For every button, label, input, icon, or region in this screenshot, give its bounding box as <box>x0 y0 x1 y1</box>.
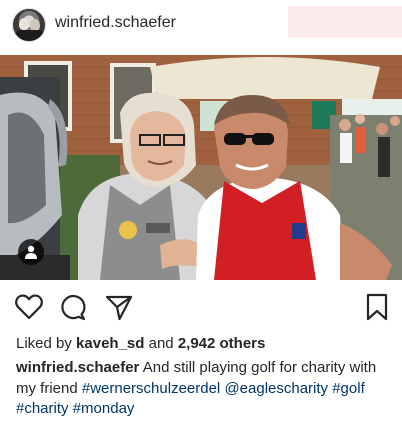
post-username[interactable]: winfried.schaefer <box>55 14 176 32</box>
likes-summary: Liked by kaveh_sd and 2,942 others <box>16 335 265 352</box>
post-header: winfried.schaefer <box>0 0 402 50</box>
heart-icon[interactable] <box>14 292 44 322</box>
liked-by-user-link[interactable]: kaveh_sd <box>76 335 144 352</box>
bookmark-icon[interactable] <box>362 292 392 322</box>
photo-illustration <box>0 55 402 280</box>
share-icon[interactable] <box>104 292 134 322</box>
likes-prefix: Liked by <box>16 335 72 352</box>
post-caption: winfried.schaefer And still playing golf… <box>16 358 396 420</box>
mention-link[interactable]: @eaglescharity <box>224 380 328 397</box>
action-bar <box>0 292 402 324</box>
avatar-face <box>19 18 29 30</box>
likes-middle: and <box>148 335 174 352</box>
hashtag-link[interactable]: #monday <box>73 400 135 417</box>
post-photo[interactable] <box>0 55 402 280</box>
caption-username[interactable]: winfried.schaefer <box>16 359 139 376</box>
hashtag-link[interactable]: #charity <box>16 400 69 417</box>
hashtag-link[interactable]: #golf <box>332 380 365 397</box>
avatar[interactable] <box>12 8 46 42</box>
avatar-shirts <box>15 30 45 41</box>
user-tag-icon[interactable] <box>18 239 44 265</box>
header-overlay-box <box>288 6 402 38</box>
likes-count-link[interactable]: 2,942 others <box>178 335 266 352</box>
hashtag-link[interactable]: #wernerschulzeerdel <box>82 380 220 397</box>
comment-icon[interactable] <box>58 292 88 322</box>
